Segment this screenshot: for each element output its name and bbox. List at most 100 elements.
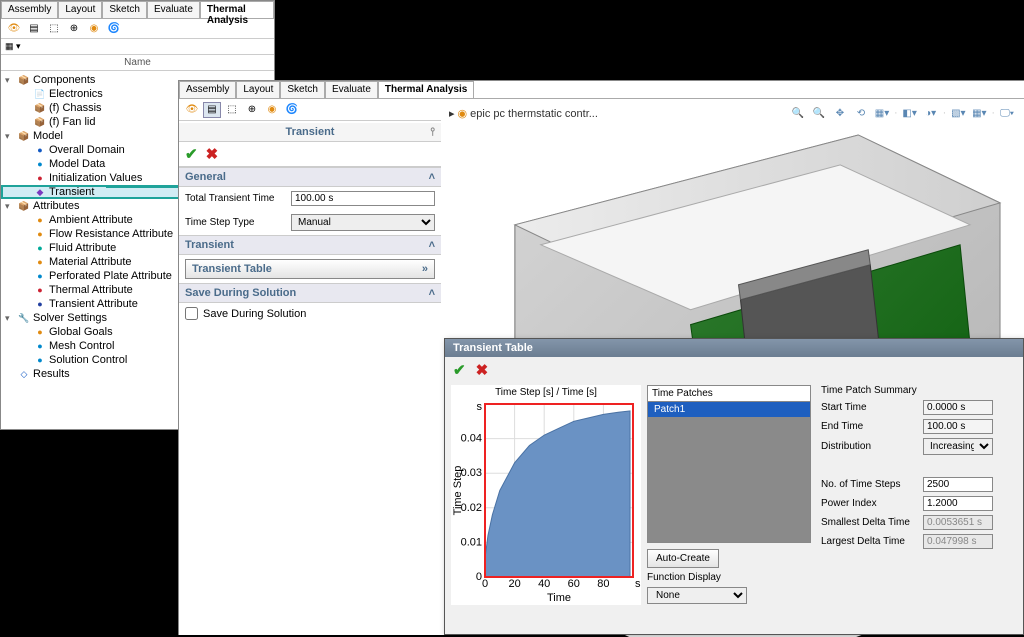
node-icon: ● <box>34 340 46 352</box>
target-icon[interactable]: ⊕ <box>65 21 83 37</box>
n-steps-label: No. of Time Steps <box>821 479 919 490</box>
node-icon: ● <box>34 228 46 240</box>
expander-icon[interactable]: ▾ <box>5 201 15 212</box>
n-steps-field[interactable] <box>923 477 993 492</box>
filter-icon[interactable]: ▦ ▾ <box>5 41 21 52</box>
total-transient-time-row: Total Transient Time <box>179 187 441 210</box>
svg-text:80: 80 <box>597 578 609 590</box>
tab-sketch[interactable]: Sketch <box>102 1 147 18</box>
chevron-up-icon: ˄ <box>429 287 435 299</box>
tab-assembly[interactable]: Assembly <box>179 81 236 98</box>
scene-icon[interactable]: ▦▾ <box>970 105 988 121</box>
doc-icon[interactable]: ▤ <box>25 21 43 37</box>
swirl-icon[interactable]: 🌀 <box>105 21 123 37</box>
property-panel: Transient ⫯ ✔ ✖ General˄ Total Transient… <box>179 123 441 324</box>
tab-layout[interactable]: Layout <box>236 81 280 98</box>
tab-layout[interactable]: Layout <box>58 1 102 18</box>
pan-icon[interactable]: ✥ <box>831 105 849 121</box>
tab-thermal-analysis[interactable]: Thermal Analysis <box>378 81 474 98</box>
save-during-solution-checkbox[interactable] <box>185 307 198 320</box>
auto-create-button[interactable]: Auto-Create <box>647 549 719 568</box>
doc-icon[interactable]: ▤ <box>203 102 221 118</box>
eye-icon[interactable]: 👁 <box>183 102 201 118</box>
node-label: Thermal Attribute <box>49 284 133 296</box>
cursor-icon[interactable]: ⬚ <box>223 102 241 118</box>
target-icon[interactable]: ⊕ <box>243 102 261 118</box>
tab-evaluate[interactable]: Evaluate <box>325 81 378 98</box>
node-icon: ◇ <box>18 368 30 380</box>
tab-sketch[interactable]: Sketch <box>280 81 325 98</box>
node-label: Initialization Values <box>49 172 142 184</box>
patch-item[interactable]: Patch1 <box>648 402 810 417</box>
node-icon: ● <box>34 256 46 268</box>
section-general-header[interactable]: General˄ <box>179 167 441 187</box>
globe-icon[interactable]: ◉ <box>85 21 103 37</box>
transient-table-button[interactable]: Transient Table» <box>185 259 435 279</box>
power-index-field[interactable] <box>923 496 993 511</box>
node-label: Global Goals <box>49 326 113 338</box>
node-icon: ● <box>34 172 46 184</box>
function-display-select[interactable]: None <box>647 587 747 604</box>
distribution-select[interactable]: Increasing <box>923 438 993 455</box>
start-time-field[interactable] <box>923 400 993 415</box>
node-label: Results <box>33 368 70 380</box>
prop-panel-title: Transient ⫯ <box>179 123 441 142</box>
largest-dt-field <box>923 534 993 549</box>
swirl-icon[interactable]: 🌀 <box>283 102 301 118</box>
ok-check-icon[interactable]: ✔ <box>185 145 198 163</box>
svg-text:s: s <box>635 578 641 590</box>
svg-text:0.04: 0.04 <box>461 433 482 445</box>
node-label: Attributes <box>33 200 79 212</box>
tab-assembly[interactable]: Assembly <box>1 1 58 18</box>
dialog-ok-row: ✔ ✖ <box>445 357 1023 383</box>
node-icon: ● <box>34 158 46 170</box>
dialog-title: Transient Table <box>445 339 1023 357</box>
node-label: Transient Attribute <box>49 298 138 310</box>
cancel-x-icon[interactable]: ✖ <box>476 361 489 379</box>
svg-text:Time: Time <box>547 592 571 604</box>
push-pin-icon[interactable]: ⫯ <box>430 126 435 139</box>
patch-list-header: Time Patches <box>648 386 810 402</box>
section-transient-header[interactable]: Transient˄ <box>179 235 441 255</box>
svg-text:20: 20 <box>508 578 520 590</box>
patch-list[interactable]: Time Patches Patch1 <box>647 385 811 543</box>
node-label: Solution Control <box>49 354 127 366</box>
node-label: Model <box>33 130 63 142</box>
expander-icon[interactable]: ▾ <box>5 131 15 142</box>
ok-check-icon[interactable]: ✔ <box>453 361 466 379</box>
section-save-header[interactable]: Save During Solution˄ <box>179 283 441 303</box>
node-icon: ● <box>34 242 46 254</box>
end-time-label: End Time <box>821 421 919 432</box>
node-icon: ◆ <box>34 186 46 198</box>
hide-show-icon[interactable]: ◑▾ <box>922 105 940 121</box>
node-label: Overall Domain <box>49 144 125 156</box>
globe-icon[interactable]: ◉ <box>263 102 281 118</box>
expander-icon[interactable]: ▾ <box>5 75 15 86</box>
cancel-x-icon[interactable]: ✖ <box>206 145 219 163</box>
end-time-field[interactable] <box>923 419 993 434</box>
tab-thermal-analysis[interactable]: Thermal Analysis <box>200 1 274 18</box>
cursor-icon[interactable]: ⬚ <box>45 21 63 37</box>
node-icon: ● <box>34 214 46 226</box>
node-icon: 📦 <box>18 130 30 142</box>
node-icon: 📦 <box>18 74 30 86</box>
prop-ok-cancel-row: ✔ ✖ <box>179 142 441 167</box>
smallest-dt-field <box>923 515 993 530</box>
eye-icon[interactable]: 👁 <box>5 21 23 37</box>
node-icon: ● <box>34 326 46 338</box>
total-time-input[interactable] <box>291 191 435 206</box>
display-style-icon[interactable]: ▦▾ <box>873 105 891 121</box>
expander-icon[interactable]: ▾ <box>5 313 15 324</box>
zoom-fit-icon[interactable]: 🔍 <box>789 105 807 121</box>
tab-evaluate[interactable]: Evaluate <box>147 1 200 18</box>
step-type-select[interactable]: Manual <box>291 214 435 231</box>
chart-svg: 02040608000.010.020.030.04TimeTime Steps… <box>451 400 641 605</box>
appearance-icon[interactable]: ◧▾ <box>901 105 919 121</box>
section-icon[interactable]: ▧▾ <box>949 105 967 121</box>
start-time-label: Start Time <box>821 402 919 413</box>
rotate-icon[interactable]: ⟲ <box>852 105 870 121</box>
zoom-area-icon[interactable]: 🔍 <box>810 105 828 121</box>
node-icon: 🔧 <box>18 312 30 324</box>
breadcrumb[interactable]: ▸ ◉ epic pc thermstatic contr... <box>449 107 598 120</box>
screen-icon[interactable]: 🖵▾ <box>998 105 1016 121</box>
